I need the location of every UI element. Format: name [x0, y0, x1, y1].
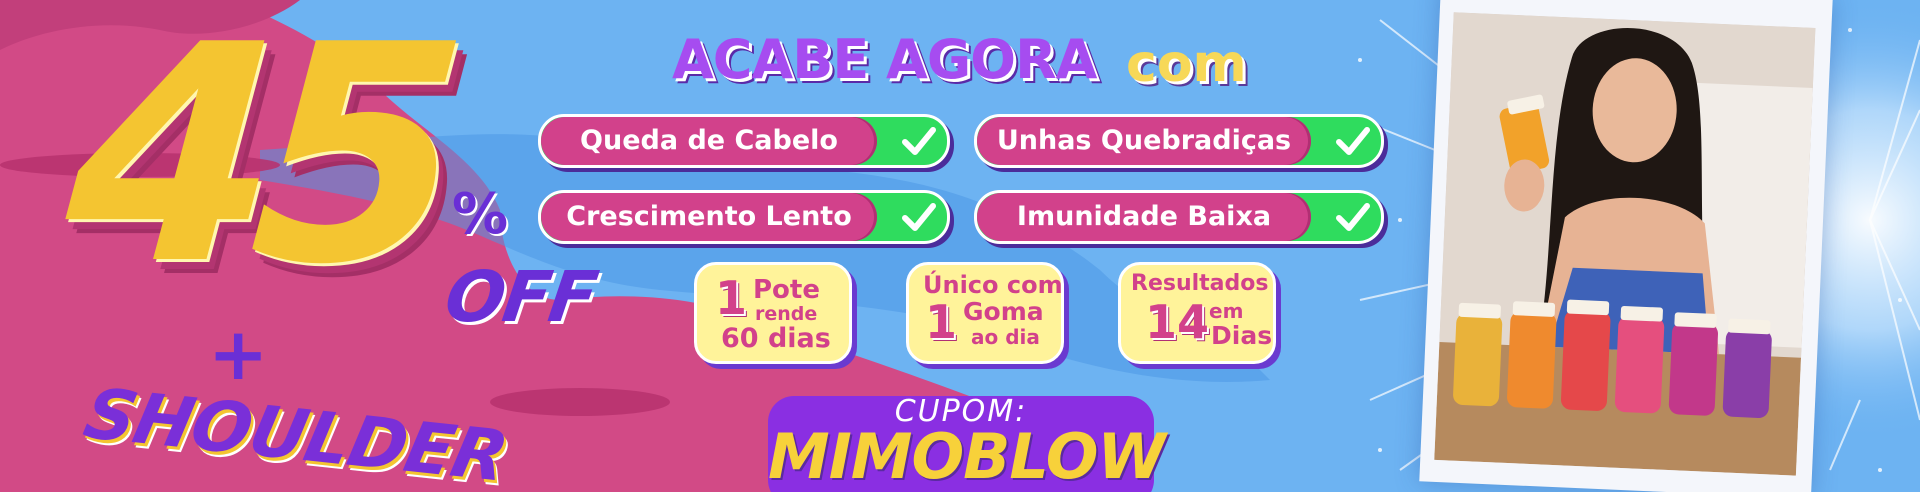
benefit-pill: Crescimento Lento	[538, 190, 950, 244]
info-box-dose: Único com 1 Goma ao dia	[906, 262, 1064, 364]
benefit-label: Unhas Quebradiças	[977, 117, 1311, 165]
info-text: ao dia	[971, 325, 1040, 349]
benefit-label: Imunidade Baixa	[977, 193, 1311, 241]
info-number: 14	[1145, 295, 1210, 349]
info-text: rende	[755, 303, 818, 325]
headline-sub: com	[1126, 34, 1247, 94]
benefit-pill: Imunidade Baixa	[974, 190, 1384, 244]
info-text: 60 dias	[721, 323, 831, 354]
model-with-products-image	[1434, 12, 1816, 476]
info-box-yield: 1 Pote rende 60 dias	[694, 262, 852, 364]
info-number: 1	[925, 295, 958, 349]
discount-number: 45	[57, 0, 452, 330]
check-icon	[1336, 203, 1370, 231]
headline-main: ACABE AGORA	[672, 28, 1097, 91]
check-icon	[1336, 127, 1370, 155]
check-icon	[902, 127, 936, 155]
info-text: Goma	[963, 297, 1044, 326]
info-box-results: Resultados 14 em Dias	[1118, 262, 1276, 364]
check-icon	[902, 203, 936, 231]
coupon-code: MIMOBLOW	[768, 420, 1166, 492]
info-text: Resultados	[1131, 271, 1269, 296]
plus-sign: +	[208, 312, 269, 396]
info-text: em	[1209, 299, 1244, 323]
benefit-pill: Unhas Quebradiças	[974, 114, 1384, 168]
info-number: 1	[715, 271, 748, 325]
benefit-label: Queda de Cabelo	[541, 117, 877, 165]
promo-banner: 45 % OFF + SHOULDER ACABE AGORA com Qued…	[0, 0, 1920, 492]
info-text: Dias	[1211, 321, 1273, 350]
info-text: Pote	[753, 275, 820, 305]
benefit-label: Crescimento Lento	[541, 193, 877, 241]
photo-frame	[1419, 0, 1833, 492]
percent-sign: %	[452, 182, 509, 247]
product-photo	[1434, 12, 1816, 476]
benefit-pill: Queda de Cabelo	[538, 114, 950, 168]
off-label: OFF	[440, 256, 601, 338]
